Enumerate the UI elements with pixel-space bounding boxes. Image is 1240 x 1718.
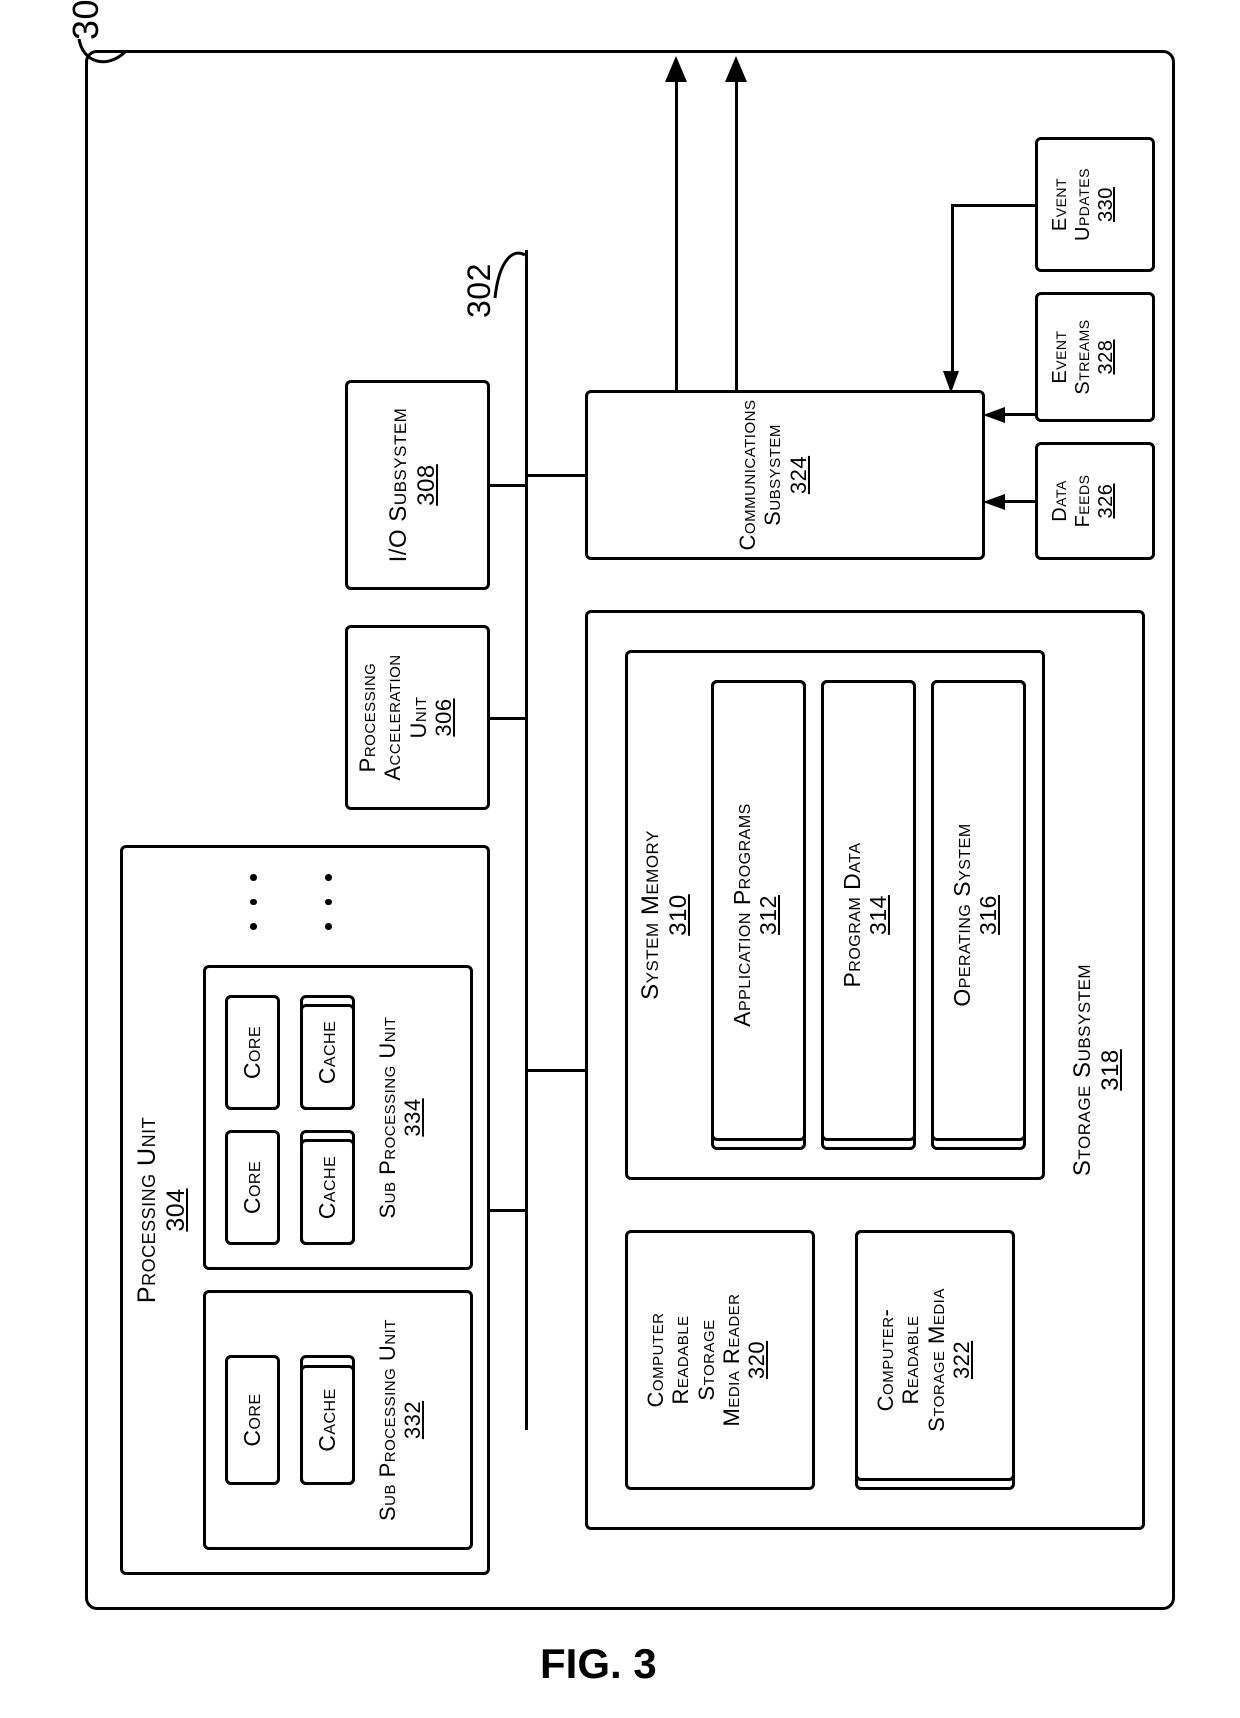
- io-ref: 308: [413, 464, 440, 506]
- acceleration-unit-title: Processing Acceleration Unit 306: [355, 625, 456, 810]
- event-updates-l2: Updates: [1072, 168, 1094, 241]
- io-title: I/O Subsystem: [385, 408, 412, 563]
- comms-subsystem-title: Communications Subsystem 324: [735, 390, 811, 560]
- acceleration-title2: Acceleration: [380, 654, 405, 780]
- apps-ref: 312: [755, 895, 781, 935]
- event-updates-arrow: [943, 371, 959, 393]
- spu-334-title: Sub Processing Unit 334: [375, 965, 426, 1270]
- spu-ellipsis-2: [325, 875, 332, 931]
- spu-334-core2-label: Core: [239, 995, 265, 1110]
- spu-332-title-text: Sub Processing Unit: [375, 1319, 400, 1521]
- storage-media-l1: Computer-: [873, 1309, 898, 1412]
- media-reader-l3: Storage: [694, 1319, 719, 1400]
- storage-media-l3: Storage Media: [924, 1288, 949, 1432]
- comms-out-line-1: [675, 80, 678, 390]
- event-updates-title: Event Updates 330: [1049, 137, 1118, 272]
- event-streams-l1: Event: [1049, 330, 1071, 383]
- storage-media-l2: Readable: [898, 1315, 923, 1404]
- storage-media-title: Computer- Readable Storage Media 322: [873, 1230, 974, 1490]
- comms-to-bus-line: [527, 474, 585, 477]
- processing-unit-ref: 304: [162, 1188, 190, 1231]
- data-feeds-ref: 326: [1095, 484, 1117, 519]
- sysmem-ref: 310: [665, 894, 692, 936]
- os-ref: 316: [975, 895, 1001, 935]
- io-subsystem-title: I/O Subsystem 308: [385, 380, 440, 590]
- spu-332-core-label: Core: [239, 1355, 265, 1485]
- data-feeds-title: Data Feeds 326: [1049, 442, 1118, 560]
- system-ref-curve: [77, 14, 132, 69]
- comms-title: Communications Subsystem: [735, 390, 786, 560]
- comms-out-arrow-1: [665, 56, 687, 82]
- spu-334-cache2-label: Cache: [314, 995, 340, 1110]
- storage-title-text: Storage Subsystem: [1069, 964, 1096, 1176]
- data-feeds-arrow: [983, 494, 1005, 510]
- spu-334-title-text: Sub Processing Unit: [375, 1017, 400, 1219]
- pu-to-bus-line: [490, 1209, 526, 1212]
- system-memory-title: System Memory 310: [637, 650, 692, 1180]
- event-updates-arrow-v: [953, 204, 1036, 207]
- spu-332-ref: 332: [400, 1401, 425, 1439]
- storage-ref: 318: [1097, 1049, 1124, 1091]
- comms-out-arrow-2: [725, 56, 747, 82]
- acceleration-title1: Processing: [355, 663, 380, 773]
- comms-out-line-2: [735, 80, 738, 390]
- media-reader-ref: 320: [744, 1341, 769, 1379]
- bus-line: [525, 250, 528, 1430]
- os-title: Operating System 316: [949, 680, 1002, 1150]
- acceleration-title3: Unit: [406, 696, 431, 738]
- event-streams-arrow-line: [1000, 413, 1036, 416]
- storage-media-ref: 322: [949, 1341, 974, 1379]
- app-programs-title: Application Programs 312: [729, 680, 782, 1150]
- sysmem-title: System Memory: [637, 830, 664, 1000]
- figure-caption: FIG. 3: [540, 1640, 657, 1688]
- data-feeds-arrow-line: [1000, 500, 1036, 503]
- event-streams-l2: Streams: [1072, 319, 1094, 394]
- event-updates-l1: Event: [1049, 178, 1071, 231]
- data-feeds-l1: Data: [1049, 480, 1071, 522]
- spu-334-core1-label: Core: [239, 1130, 265, 1245]
- bus-ref-curve: [495, 250, 530, 310]
- media-reader-l1: Computer: [643, 1313, 668, 1408]
- storage-to-bus-line: [527, 1069, 585, 1072]
- spu-332-title: Sub Processing Unit 332: [375, 1290, 426, 1550]
- progdata-title: Program Data: [839, 842, 865, 987]
- event-streams-arrow: [983, 407, 1005, 423]
- processing-unit-title: Processing Unit 304: [133, 845, 191, 1575]
- data-feeds-l2: Feeds: [1072, 475, 1094, 528]
- media-reader-l4: Media Reader: [719, 1294, 744, 1427]
- event-streams-title: Event Streams 328: [1049, 292, 1118, 422]
- event-updates-ref: 330: [1095, 187, 1117, 222]
- acceleration-to-bus-line: [490, 717, 526, 720]
- spu-334-ref: 334: [400, 1098, 425, 1136]
- media-reader-title: Computer Readable Storage Media Reader 3…: [643, 1230, 769, 1490]
- progdata-ref: 314: [865, 895, 891, 935]
- io-to-bus-line: [490, 484, 526, 487]
- spu-332-cache-label: Cache: [314, 1355, 340, 1485]
- spu-334-cache1-label: Cache: [314, 1130, 340, 1245]
- comms-ref: 324: [786, 456, 811, 494]
- event-streams-ref: 328: [1095, 340, 1117, 375]
- os-title-text: Operating System: [949, 823, 975, 1006]
- apps-title: Application Programs: [729, 803, 755, 1027]
- rotated-drawing: 300 302 Processing Unit 304 Core Cache S…: [65, 20, 1175, 1610]
- diagram-page: FIG. 3 300 302 Processing Unit 304 Core …: [0, 0, 1240, 1718]
- storage-title: Storage Subsystem 318: [1069, 610, 1124, 1530]
- program-data-title: Program Data 314: [839, 680, 892, 1150]
- acceleration-ref: 306: [431, 698, 456, 736]
- bus-ref: 302: [461, 263, 498, 318]
- processing-unit-title-text: Processing Unit: [133, 1117, 161, 1303]
- media-reader-l2: Readable: [668, 1315, 693, 1404]
- event-updates-arrow-h: [951, 204, 954, 374]
- spu-ellipsis-1: [250, 875, 257, 931]
